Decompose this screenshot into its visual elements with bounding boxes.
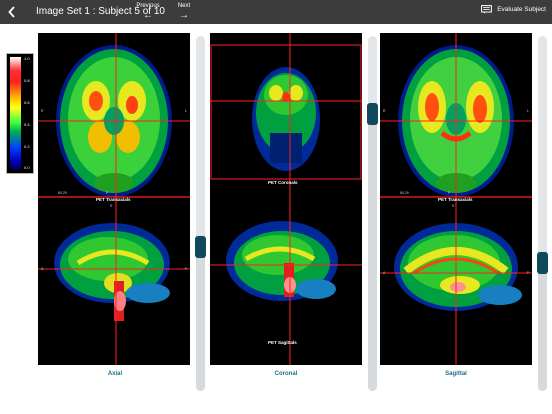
evaluate-subject-button[interactable]: Evaluate Subject — [481, 5, 546, 14]
previous-label: Previous — [136, 3, 160, 9]
slider-handle[interactable] — [367, 103, 378, 125]
corner-value: 60.29 — [400, 191, 409, 195]
left-orientation-mark: A — [41, 267, 44, 271]
right-orientation-mark: L — [185, 109, 187, 113]
pet-sagittal-image — [380, 201, 532, 365]
coronal-slice-slider[interactable] — [367, 36, 378, 391]
right-orientation-mark: L — [527, 109, 529, 113]
coronal-view[interactable]: PET Coronals — [210, 33, 362, 193]
colorbar-tick: 0.0 — [24, 165, 30, 170]
slider-handle[interactable] — [195, 236, 206, 258]
right-orientation-mark: P — [184, 267, 187, 271]
left-orientation-mark: A — [383, 271, 386, 275]
panel-caption: PET Transaxials — [438, 197, 473, 202]
pet-sagittal-image — [38, 201, 190, 365]
axial-slice-slider[interactable] — [195, 36, 206, 391]
top-orientation-mark: S — [110, 204, 113, 208]
pet-axial-image — [380, 33, 532, 201]
coronal-label: Coronal — [274, 371, 298, 377]
colorbar-tick: 1.0 — [24, 56, 30, 61]
left-orientation-mark: R — [383, 109, 386, 113]
axial-transaxial-view[interactable]: R L 60.29 P — [38, 33, 190, 201]
colorbar-tick: 0.2 — [24, 144, 30, 149]
bottom-orientation-mark: P — [106, 191, 109, 195]
next-button[interactable]: Next → — [170, 2, 198, 21]
previous-button[interactable]: Previous ← — [134, 2, 162, 21]
comment-icon — [481, 5, 493, 14]
axial-sagittal-view[interactable]: S A P — [38, 201, 190, 365]
pet-coronal-image — [210, 33, 362, 193]
chevron-left-icon — [8, 6, 15, 18]
top-orientation-mark: S — [452, 204, 455, 208]
sagittal-view[interactable]: S A P — [380, 201, 532, 365]
panel-caption: PET Transaxials — [96, 197, 131, 202]
left-orientation-mark: R — [41, 109, 44, 113]
pet-axial-image — [38, 33, 190, 201]
slider-track-fill — [538, 263, 547, 391]
sagittal-slice-slider[interactable] — [537, 36, 548, 391]
panel-caption: PET Coronals — [268, 180, 298, 185]
coronal-sagittal-view[interactable]: PET Sagittals — [210, 193, 362, 365]
bottom-orientation-mark: P — [448, 191, 451, 195]
axial-label: Axial — [107, 371, 123, 377]
sagittal-label: Sagittal — [445, 371, 467, 377]
slider-handle[interactable] — [537, 252, 548, 274]
colorbar-tick: 0.8 — [24, 78, 30, 83]
corner-value: 60.29 — [58, 191, 67, 195]
next-label: Next — [177, 3, 191, 9]
right-orientation-mark: P — [526, 271, 529, 275]
colorbar-gradient — [10, 57, 21, 170]
slider-track-fill — [196, 247, 205, 391]
panel-caption: PET Sagittals — [268, 340, 297, 345]
arrow-left-icon: ← — [143, 10, 153, 21]
colorbar-legend: 1.0 0.8 0.6 0.4 0.2 0.0 — [6, 53, 34, 174]
arrow-right-icon: → — [179, 10, 189, 21]
back-button[interactable] — [4, 3, 20, 21]
sagittal-transaxial-view[interactable]: R L 60.29 P — [380, 33, 532, 201]
colorbar-tick: 0.4 — [24, 122, 30, 127]
slider-track-fill — [368, 114, 377, 391]
evaluate-subject-label: Evaluate Subject — [497, 6, 546, 13]
colorbar-tick: 0.6 — [24, 100, 30, 105]
top-bar: Image Set 1 : Subject 5 of 10 Previous ←… — [0, 0, 552, 24]
